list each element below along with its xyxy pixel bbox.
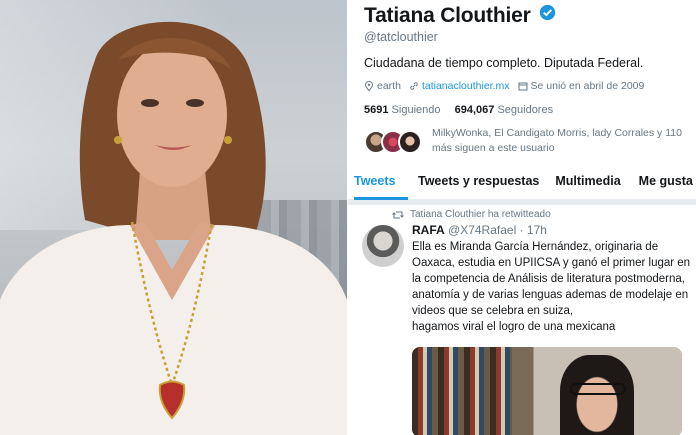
- tweet-text: Ella es Miranda García Hernández, origin…: [412, 241, 691, 333]
- tab-likes[interactable]: Me gusta: [639, 168, 693, 200]
- tab-media[interactable]: Multimedia: [555, 168, 620, 200]
- profile-name: Tatiana Clouthier: [364, 4, 556, 28]
- tweet-image[interactable]: [412, 347, 682, 435]
- location-text: earth: [377, 80, 401, 92]
- profile-bio: Ciudadana de tiempo completo. Diputada F…: [364, 56, 644, 70]
- profile-tabs: Tweets Tweets y respuestas Multimedia Me…: [348, 168, 696, 200]
- followers-you-know[interactable]: MilkyWonka, El Candigato Morris, lady Co…: [364, 126, 694, 158]
- tab-tweets-replies[interactable]: Tweets y respuestas: [418, 168, 539, 200]
- bookshelf: [412, 347, 512, 435]
- retweet-context: Tatiana Clouthier ha retwitteado: [392, 209, 551, 220]
- tweet[interactable]: Tatiana Clouthier ha retwitteado RAFA @X…: [348, 205, 696, 435]
- location-icon: [364, 81, 374, 91]
- verified-badge-icon: [540, 4, 556, 21]
- tab-tweets[interactable]: Tweets: [354, 168, 408, 200]
- person-in-image: [560, 355, 634, 435]
- profile-handle[interactable]: @tatclouthier: [364, 30, 438, 44]
- join-date: Se unió en abril de 2009: [518, 80, 645, 92]
- followers-count: 694,067: [454, 104, 495, 116]
- link-icon: [410, 82, 418, 90]
- follower-avatars: [364, 130, 426, 154]
- portrait-photo: [0, 0, 347, 435]
- following-label: Siguiendo: [391, 104, 441, 116]
- tweet-author-handle[interactable]: @X74Rafael · 17h: [448, 223, 547, 237]
- website-link[interactable]: tatianaclouthier.mx: [422, 80, 510, 92]
- following-count: 5691: [364, 104, 389, 116]
- calendar-icon: [518, 82, 527, 91]
- followers-you-know-text: MilkyWonka, El Candigato Morris, lady Co…: [432, 127, 682, 154]
- followers-stat[interactable]: 694,067 Seguidores: [455, 104, 553, 116]
- twitter-profile-panel: Tatiana Clouthier @tatclouthier Ciudadan…: [348, 0, 696, 435]
- woman-figure: [0, 21, 347, 435]
- avatar: [398, 130, 422, 154]
- profile-name-text: Tatiana Clouthier: [364, 4, 531, 27]
- join-date-text: Se unió en abril de 2009: [530, 80, 645, 92]
- tweet-header: RAFA @X74Rafael · 17h: [412, 223, 547, 237]
- location: earth: [364, 80, 401, 92]
- following-stat[interactable]: 5691 Siguiendo: [364, 104, 440, 116]
- tweet-author-avatar[interactable]: [362, 225, 404, 267]
- website[interactable]: tatianaclouthier.mx: [409, 80, 510, 92]
- followers-label: Seguidores: [497, 104, 554, 116]
- retweet-context-text: Tatiana Clouthier ha retwitteado: [410, 209, 551, 220]
- follow-counts: 5691 Siguiendo 694,067 Seguidores: [364, 104, 553, 116]
- profile-meta: earth tatianaclouthier.mx Se unió en abr…: [364, 80, 644, 92]
- glasses: [570, 383, 626, 395]
- tweet-author-name[interactable]: RAFA: [412, 223, 445, 237]
